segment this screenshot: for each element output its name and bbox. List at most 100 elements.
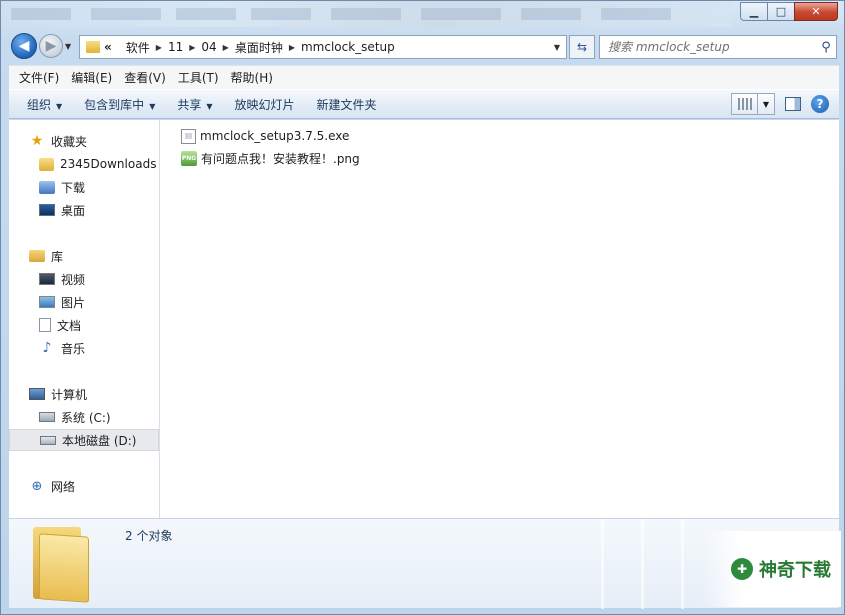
search-icon[interactable]: ⚲ xyxy=(816,40,836,55)
command-bar: 组织 ▼ 包含到库中 ▼ 共享 ▼ 放映幻灯片 新建文件夹 ▼ ? xyxy=(9,89,839,119)
change-view-button[interactable]: ▼ xyxy=(731,93,775,115)
nav-libraries[interactable]: 库 xyxy=(9,245,159,267)
view-icon[interactable] xyxy=(732,94,758,114)
include-library-label: 包含到库中 xyxy=(84,97,145,112)
view-dropdown-button[interactable]: ▼ xyxy=(758,94,774,114)
nav-item-label: 图片 xyxy=(61,295,86,310)
breadcrumb-item[interactable]: mmclock_setup xyxy=(295,40,401,54)
menu-view[interactable]: 查看(V) xyxy=(120,69,174,86)
content-area: ★ 收藏夹 2345Downloads 下载 桌面 库 视频 图片 文档 ♪ 音… xyxy=(9,120,839,518)
nav-item-label: 系统 (C:) xyxy=(61,410,111,425)
nav-item-videos[interactable]: 视频 xyxy=(9,268,159,290)
document-icon xyxy=(39,318,51,332)
nav-item-2345downloads[interactable]: 2345Downloads xyxy=(9,153,159,175)
chevron-down-icon: ▼ xyxy=(206,101,213,111)
nav-item-downloads[interactable]: 下载 xyxy=(9,176,159,198)
share-button[interactable]: 共享 ▼ xyxy=(169,96,226,113)
recent-pages-button[interactable]: ▼ xyxy=(65,42,71,51)
video-icon xyxy=(39,273,55,285)
slideshow-button[interactable]: 放映幻灯片 xyxy=(227,96,309,113)
file-name: mmclock_setup3.7.5.exe xyxy=(200,129,350,143)
folder-icon xyxy=(39,157,54,171)
png-file-icon: PNG xyxy=(181,150,197,166)
nav-item-music[interactable]: ♪ 音乐 xyxy=(9,337,159,359)
watermark: ✚ 神奇下载 xyxy=(701,531,841,607)
organize-button[interactable]: 组织 ▼ xyxy=(19,96,76,113)
nav-item-desktop[interactable]: 桌面 xyxy=(9,199,159,221)
navigation-bar: ◀ ▶ ▼ « 软件 ▶ 11 ▶ 04 ▶ 桌面时钟 ▶ mmclock_se… xyxy=(9,33,839,61)
menu-edit[interactable]: 编辑(E) xyxy=(67,69,120,86)
organize-label: 组织 xyxy=(27,97,52,112)
network-icon: ⊕ xyxy=(31,478,43,494)
drive-icon xyxy=(40,435,56,445)
downloads-folder-icon xyxy=(39,180,55,194)
nav-item-label: 音乐 xyxy=(61,341,86,356)
nav-libraries-label: 库 xyxy=(51,249,64,264)
desktop-icon xyxy=(39,204,55,216)
folder-icon xyxy=(29,521,105,603)
watermark-text: 神奇下载 xyxy=(759,560,831,581)
minimize-button[interactable]: ▁ xyxy=(740,2,767,21)
search-box: ⚲ xyxy=(599,35,837,59)
picture-icon xyxy=(39,296,55,308)
breadcrumb-item[interactable]: 11 xyxy=(162,40,189,54)
blurred-title-area xyxy=(1,1,731,27)
nav-item-pictures[interactable]: 图片 xyxy=(9,291,159,313)
navigation-pane: ★ 收藏夹 2345Downloads 下载 桌面 库 视频 图片 文档 ♪ 音… xyxy=(9,120,160,518)
preview-pane-icon[interactable] xyxy=(785,97,801,111)
arrow-right-icon: ▶ xyxy=(45,38,57,54)
address-dropdown-button[interactable]: ▼ xyxy=(548,43,566,52)
nav-item-drive-d[interactable]: 本地磁盘 (D:) xyxy=(9,429,159,451)
chevron-down-icon: ▼ xyxy=(56,101,63,111)
file-name: 有问题点我！安装教程！.png xyxy=(201,151,360,166)
library-icon xyxy=(29,250,45,262)
nav-computer[interactable]: 计算机 xyxy=(9,383,159,405)
nav-item-label: 2345Downloads xyxy=(60,157,157,171)
share-label: 共享 xyxy=(177,97,202,112)
help-icon[interactable]: ? xyxy=(811,95,829,113)
nav-item-label: 下载 xyxy=(61,180,86,195)
arrow-left-icon: ◀ xyxy=(18,38,30,54)
music-note-icon: ♪ xyxy=(42,340,52,356)
refresh-icon: ⇆ xyxy=(576,40,588,54)
system-drive-icon xyxy=(39,412,55,422)
search-input[interactable] xyxy=(600,40,816,54)
menu-bar: 文件(F) 编辑(E) 查看(V) 工具(T) 帮助(H) xyxy=(9,65,839,89)
file-item[interactable]: mmclock_setup3.7.5.exe xyxy=(181,126,349,146)
maximize-button[interactable]: □ xyxy=(767,2,794,21)
nav-item-documents[interactable]: 文档 xyxy=(9,314,159,336)
file-item[interactable]: PNG 有问题点我！安装教程！.png xyxy=(181,148,360,168)
breadcrumb-item[interactable]: 04 xyxy=(195,40,222,54)
nav-network-label: 网络 xyxy=(51,479,76,494)
breadcrumb-overflow[interactable]: « xyxy=(104,40,112,54)
watermark-logo-icon: ✚ xyxy=(731,558,753,580)
file-list: mmclock_setup3.7.5.exe PNG 有问题点我！安装教程！.p… xyxy=(169,120,839,518)
nav-favorites[interactable]: ★ 收藏夹 xyxy=(9,130,159,152)
include-library-button[interactable]: 包含到库中 ▼ xyxy=(76,96,169,113)
nav-item-drive-c[interactable]: 系统 (C:) xyxy=(9,406,159,428)
breadcrumb-item[interactable]: 软件 xyxy=(120,39,156,56)
explorer-window: ▁ □ ✕ ◀ ▶ ▼ « 软件 ▶ 11 ▶ 04 ▶ 桌面时钟 ▶ mmcl… xyxy=(0,0,845,615)
nav-favorites-label: 收藏夹 xyxy=(51,134,88,149)
chevron-down-icon: ▼ xyxy=(149,101,156,111)
breadcrumb-item[interactable]: 桌面时钟 xyxy=(229,39,289,56)
nav-item-label: 本地磁盘 (D:) xyxy=(62,433,137,448)
window-controls: ▁ □ ✕ xyxy=(740,2,838,22)
nav-item-label: 文档 xyxy=(57,318,82,333)
nav-item-label: 桌面 xyxy=(61,203,86,218)
breadcrumb: « 软件 ▶ 11 ▶ 04 ▶ 桌面时钟 ▶ mmclock_setup xyxy=(104,39,548,56)
object-count: 2 个对象 xyxy=(125,529,173,543)
menu-help[interactable]: 帮助(H) xyxy=(227,69,281,86)
close-button[interactable]: ✕ xyxy=(794,2,838,21)
new-folder-button[interactable]: 新建文件夹 xyxy=(309,96,391,113)
back-button[interactable]: ◀ xyxy=(11,33,37,59)
menu-file[interactable]: 文件(F) xyxy=(15,69,67,86)
nav-computer-label: 计算机 xyxy=(51,387,88,402)
forward-button[interactable]: ▶ xyxy=(39,34,63,58)
nav-network[interactable]: ⊕ 网络 xyxy=(9,475,159,497)
address-bar[interactable]: « 软件 ▶ 11 ▶ 04 ▶ 桌面时钟 ▶ mmclock_setup ▼ xyxy=(79,35,567,59)
menu-tools[interactable]: 工具(T) xyxy=(174,69,227,86)
folder-icon xyxy=(86,41,100,53)
command-bar-right: ▼ ? xyxy=(731,93,829,115)
refresh-button[interactable]: ⇆ xyxy=(569,35,595,59)
